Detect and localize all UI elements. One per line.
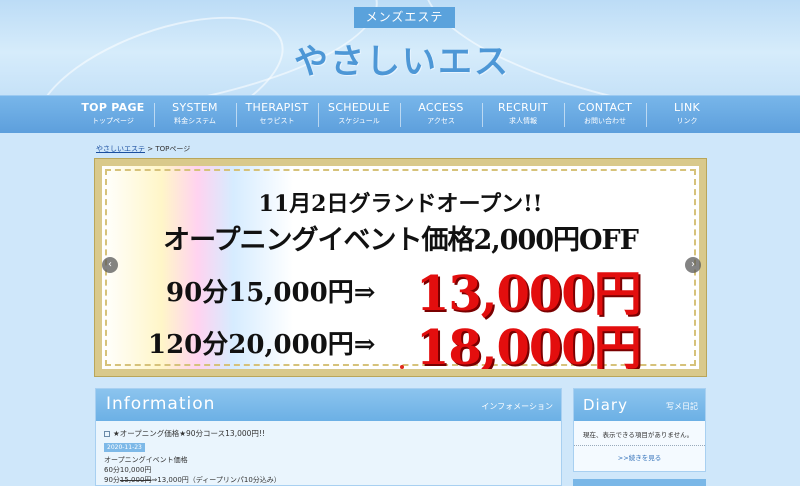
- post-date-badge: 2020-11-23: [104, 443, 145, 452]
- nav-item-top[interactable]: TOP PAGE トップページ: [74, 96, 155, 134]
- breadcrumb-current: TOPページ: [155, 145, 191, 153]
- breadcrumb-separator: >: [145, 145, 156, 153]
- nav-label: CONTACT: [577, 101, 633, 114]
- site-header: メンズエステ やさしいエステ: [0, 0, 800, 95]
- nav-label: LINK: [673, 101, 700, 114]
- nav-sublabel: リンク: [676, 117, 698, 125]
- nav-label: RECRUIT: [497, 101, 549, 114]
- hero-slider[interactable]: 11月2日グランドオープン!! オープニングイベント価格2,000円OFF 90…: [94, 158, 707, 377]
- slider-next-icon[interactable]: ›: [685, 257, 701, 273]
- slider-prev-icon[interactable]: ‹: [102, 257, 118, 273]
- nav-label: TOP PAGE: [81, 101, 145, 114]
- information-header: Information インフォメーション: [96, 389, 561, 421]
- nav-item-therapist[interactable]: THERAPIST セラピスト: [238, 96, 319, 134]
- nav-label: SCHEDULE: [328, 101, 390, 114]
- global-nav: TOP PAGE トップページ SYSTEM 料金システム THERAPIST …: [0, 95, 800, 133]
- post-body-prefix: 90分: [104, 476, 120, 484]
- nav-item-recruit[interactable]: RECRUIT 求人情報: [484, 96, 565, 134]
- diary-title: Diary: [583, 396, 628, 414]
- nav-item-system[interactable]: SYSTEM 料金システム: [156, 96, 237, 134]
- information-title: Information: [106, 394, 216, 414]
- post-body-line: 60分10,000円: [104, 466, 152, 474]
- post-icon: [104, 431, 110, 437]
- nav-item-schedule[interactable]: SCHEDULE スケジュール: [320, 96, 401, 134]
- nav-item-access[interactable]: ACCESS アクセス: [402, 96, 483, 134]
- diary-subtitle: 写メ日記: [666, 402, 698, 411]
- nav-label: THERAPIST: [245, 101, 309, 114]
- slide-event-text: オープニングイベント価格2,000円OFF: [163, 225, 639, 256]
- information-panel: Information インフォメーション ★オープニング価格★90分コース13…: [95, 388, 562, 486]
- nav-item-link[interactable]: LINK リンク: [648, 96, 726, 134]
- diary-header: Diary 写メ日記: [574, 389, 705, 421]
- nav-item-contact[interactable]: CONTACT お問い合わせ: [566, 96, 647, 134]
- slide-price-120: 18,000円: [416, 320, 642, 376]
- slide-course-90: 90分15,000円⇒: [166, 278, 376, 308]
- diary-empty-message: 現在、表示できる項目がありません。: [574, 421, 705, 446]
- post-title[interactable]: ★オープニング価格★90分コース13,000円!!: [104, 429, 553, 439]
- next-panel-header: [573, 479, 706, 486]
- nav-sublabel: お問い合わせ: [584, 117, 626, 125]
- slider-indicator-dot[interactable]: [400, 365, 404, 369]
- site-logo[interactable]: やさしいエステ: [282, 34, 522, 95]
- nav-sublabel: 求人情報: [509, 117, 537, 125]
- nav-sublabel: スケジュール: [338, 117, 380, 125]
- post-body-line: 90分15,000円⇒13,000円（ディープリンパ10分込み）: [104, 475, 553, 485]
- post-title-text: ★オープニング価格★90分コース13,000円!!: [113, 429, 265, 438]
- breadcrumb: やさしいエステ > TOPページ: [96, 144, 190, 154]
- nav-label: SYSTEM: [172, 101, 218, 114]
- diary-more-link[interactable]: >>続きを見る: [574, 452, 705, 462]
- site-tagline: メンズエステ: [354, 7, 455, 28]
- breadcrumb-home-link[interactable]: やさしいエステ: [96, 145, 145, 153]
- nav-sublabel: 料金システム: [174, 117, 216, 125]
- post-body-suffix: ⇒13,000円（ディープリンパ10分込み）: [151, 476, 281, 484]
- slide-headline: 11月2日グランドオープン!!: [258, 191, 543, 217]
- nav-sublabel: トップページ: [92, 117, 134, 125]
- post-body-line: オープニングイベント価格: [104, 456, 188, 464]
- post-body-old-price: 15,000円: [119, 476, 152, 484]
- information-body: ★オープニング価格★90分コース13,000円!! 2020-11-23 オープ…: [96, 421, 561, 485]
- information-subtitle: インフォメーション: [481, 402, 553, 411]
- nav-sublabel: アクセス: [427, 117, 455, 125]
- nav-sublabel: セラピスト: [259, 117, 295, 125]
- nav-label: ACCESS: [418, 101, 464, 114]
- diary-panel: Diary 写メ日記 現在、表示できる項目がありません。 >>続きを見る: [573, 388, 706, 472]
- slide-course-120: 120分20,000円⇒: [148, 330, 376, 360]
